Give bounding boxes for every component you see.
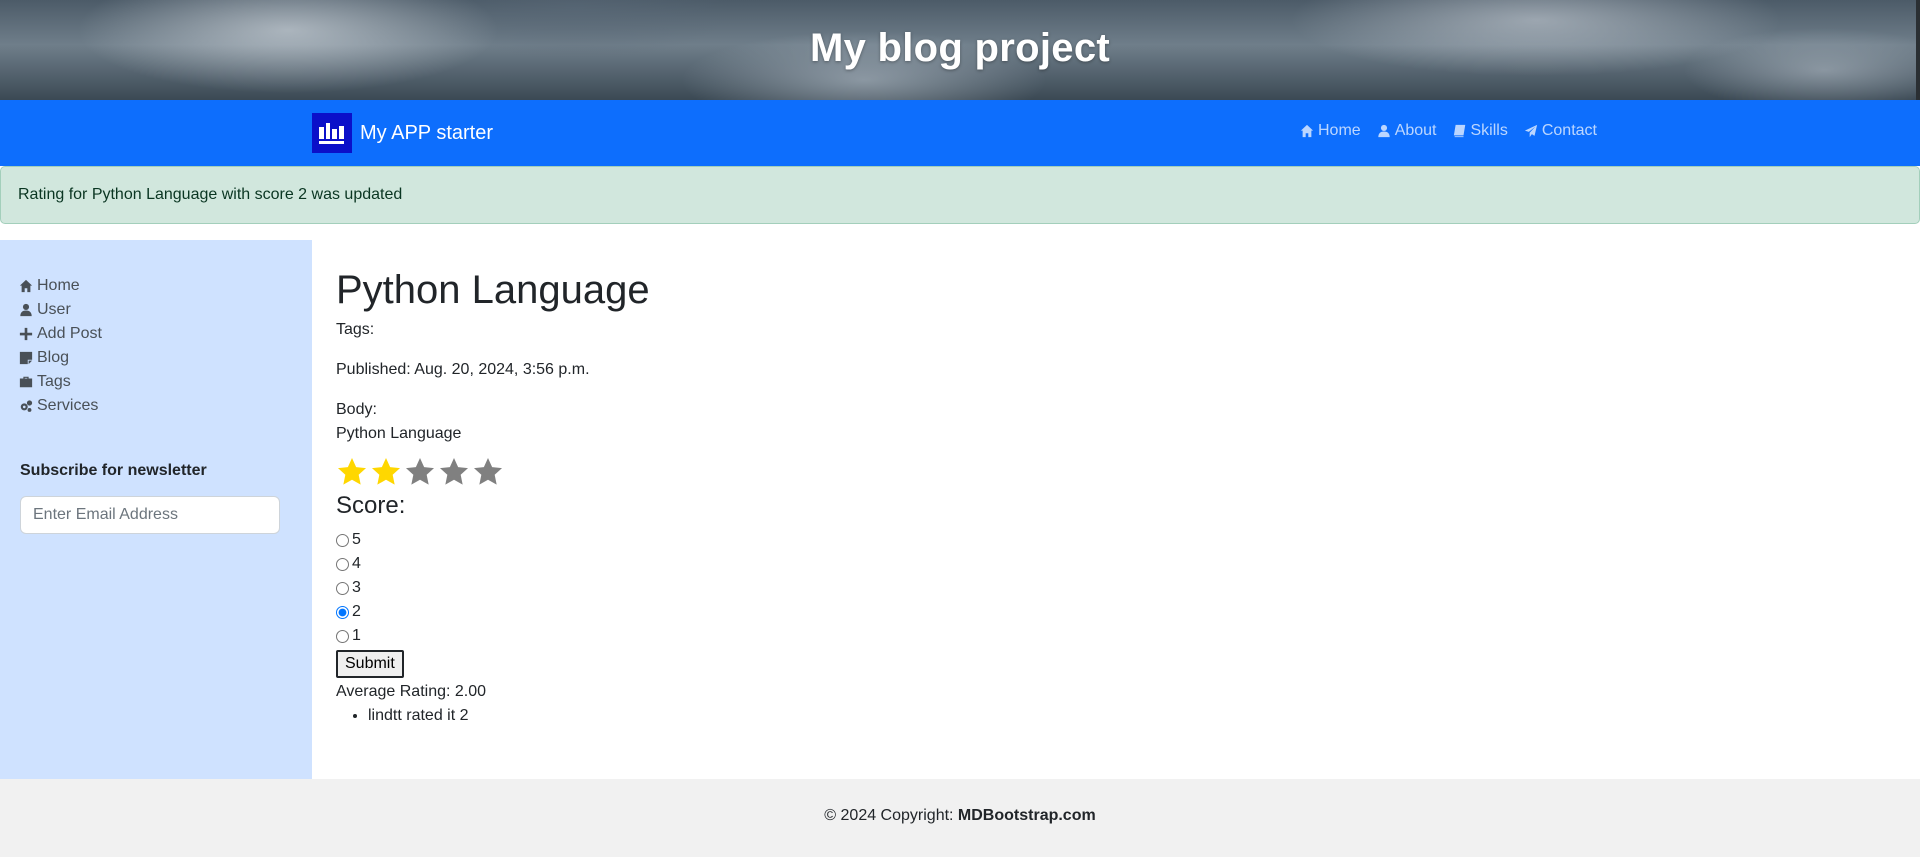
brand-name: My APP starter [360,121,494,144]
post-body: Python Language [336,425,462,442]
briefcase-icon [19,376,33,388]
book-icon [1453,124,1465,138]
footer-copyright: © 2024 Copyright: [824,807,958,824]
alert-message: Rating for Python Language with score 2 … [18,186,403,203]
submit-button[interactable]: Submit [336,650,404,678]
sidebar-item-blog[interactable]: Blog [19,346,312,370]
star-filled-icon[interactable] [336,456,368,488]
sidebar-item-label: Home [37,277,80,294]
plus-icon [19,327,33,341]
nav-about-label: About [1394,122,1437,139]
user-icon [20,303,32,317]
sidebar-item-label: User [37,301,71,318]
sidebar-item-label: Services [37,397,99,414]
success-alert: Rating for Python Language with score 2 … [0,166,1920,224]
star-rating[interactable] [336,456,1896,488]
brand-logo [312,113,352,153]
sidebar-item-tags[interactable]: Tags [19,370,312,394]
hero-banner: My blog project [0,0,1920,100]
nav-home[interactable]: Home [1300,122,1361,140]
navbar: My APP starter Home About Skills Contact [0,100,1920,166]
nav-skills[interactable]: Skills [1453,122,1508,140]
score-option-1[interactable]: 1 [336,624,1896,648]
footer-link[interactable]: MDBootstrap.com [958,807,1096,824]
logo-icon [319,123,344,144]
score-option-4[interactable]: 4 [336,552,1896,576]
published-date: Published: Aug. 20, 2024, 3:56 p.m. [336,361,590,378]
sidebar-item-services[interactable]: Services [19,394,312,418]
sidebar: Home User Add Post Blog Tags Services Su… [0,240,312,779]
score-radio[interactable] [336,557,349,571]
ratings-list: lindtt rated it 2 [368,704,1896,728]
brand[interactable]: My APP starter [312,113,493,153]
average-rating: Average Rating: 2.00 [336,683,487,700]
gears-icon [20,400,33,412]
email-input[interactable] [20,496,280,534]
user-icon [1378,124,1390,138]
nav-contact-label: Contact [1541,122,1597,139]
sidebar-item-add-post[interactable]: Add Post [19,322,312,346]
list-item: lindtt rated it 2 [368,704,1896,728]
sidebar-item-home[interactable]: Home [19,274,312,298]
nav-about[interactable]: About [1377,122,1437,140]
score-option-label: 2 [352,603,361,620]
nav-home-label: Home [1318,122,1361,139]
main-content: Python Language Tags: Published: Aug. 20… [336,240,1896,728]
nav-links: Home About Skills Contact [1300,122,1597,140]
score-option-2[interactable]: 2 [336,600,1896,624]
sticky-note-icon [19,351,33,365]
score-radio[interactable] [336,581,349,595]
star-empty-icon[interactable] [472,456,504,488]
nav-contact[interactable]: Contact [1524,122,1597,140]
paper-plane-icon [1524,124,1537,138]
score-form: 5 4 3 2 1 Submit [336,528,1896,678]
nav-skills-label: Skills [1470,122,1508,139]
score-option-5[interactable]: 5 [336,528,1896,552]
newsletter-title: Subscribe for newsletter [20,462,207,479]
home-icon [19,279,33,293]
home-icon [1300,124,1314,138]
score-heading: Score: [336,492,406,519]
score-radio[interactable] [336,533,349,547]
star-empty-icon[interactable] [438,456,470,488]
score-radio[interactable] [336,605,349,619]
score-option-label: 1 [352,627,361,644]
score-option-3[interactable]: 3 [336,576,1896,600]
star-empty-icon[interactable] [404,456,436,488]
star-filled-icon[interactable] [370,456,402,488]
tags-label: Tags: [336,321,375,338]
score-option-label: 3 [352,579,361,596]
sidebar-item-label: Blog [37,349,70,366]
sidebar-item-label: Add Post [37,325,102,342]
score-option-label: 4 [352,555,361,572]
score-option-label: 5 [352,531,361,548]
scrollbar[interactable] [1916,0,1920,100]
score-options: 5 4 3 2 1 [336,528,1896,648]
body-label: Body: [336,401,377,418]
footer: © 2024 Copyright: MDBootstrap.com [0,779,1920,857]
sidebar-item-user[interactable]: User [19,298,312,322]
score-radio[interactable] [336,629,349,643]
post-title: Python Language [336,268,650,312]
site-title: My blog project [809,26,1111,70]
sidebar-item-label: Tags [37,373,71,390]
